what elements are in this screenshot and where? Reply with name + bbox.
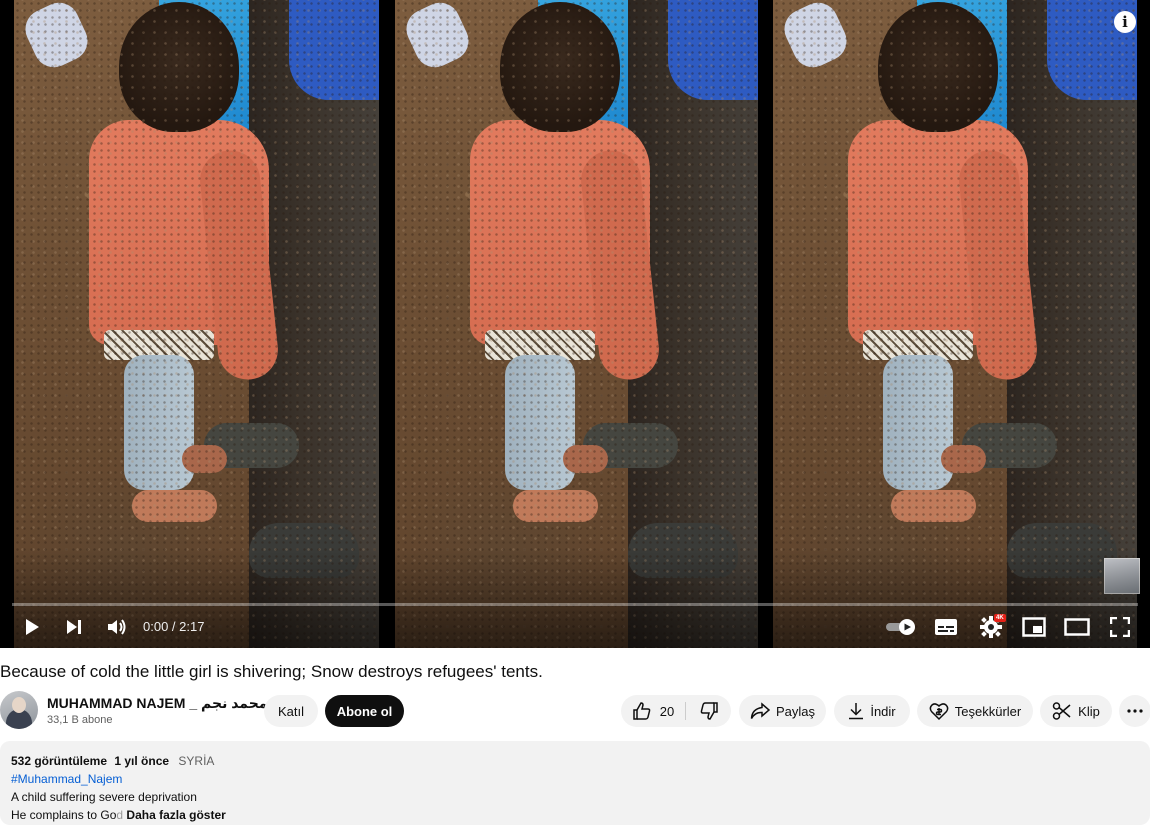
subtitles-icon[interactable]: [932, 612, 960, 642]
share-button[interactable]: Paylaş: [739, 695, 826, 727]
share-icon: [750, 702, 770, 720]
like-button[interactable]: 20: [621, 695, 685, 727]
join-label: Katıl: [277, 703, 304, 719]
download-button[interactable]: İndir: [834, 695, 910, 727]
miniplayer-icon[interactable]: [1020, 612, 1048, 642]
description-line-faded: d: [116, 808, 124, 822]
thanks-button[interactable]: Teşekkürler: [917, 695, 1033, 727]
autoplay-toggle-icon[interactable]: [884, 612, 918, 642]
clip-button[interactable]: Klip: [1040, 695, 1112, 727]
fullscreen-icon[interactable]: [1106, 612, 1134, 642]
thumbs-up-icon: [632, 701, 652, 721]
progress-bar[interactable]: [12, 603, 1138, 606]
description-meta: 532 görüntüleme 1 yıl önce SYRİA: [11, 752, 1139, 770]
description-line: A child suffering severe deprivation: [11, 790, 197, 804]
video-player[interactable]: i 0:00 / 2:17 4K: [0, 0, 1150, 648]
more-horizontal-icon: [1127, 709, 1143, 713]
view-count: 532 görüntüleme: [11, 754, 108, 768]
subscribe-label: Abone ol: [336, 703, 393, 719]
quality-badge: 4K: [994, 614, 1006, 622]
info-icon[interactable]: i: [1114, 11, 1136, 33]
upload-age: 1 yıl önce: [114, 754, 170, 768]
description-line-truncated: He complains to God Daha fazla göster: [11, 806, 1139, 824]
thanks-icon: [929, 701, 949, 721]
time-display: 0:00 / 2:17: [143, 619, 205, 634]
hashtag-link[interactable]: #Muhammad_Najem: [11, 770, 1139, 788]
channel-avatar[interactable]: [0, 691, 38, 729]
subscriber-count: 33,1 B abone: [47, 714, 113, 726]
clip-label: Klip: [1078, 703, 1100, 719]
location-link[interactable]: SYRİA: [178, 754, 214, 768]
download-label: İndir: [870, 703, 896, 719]
share-label: Paylaş: [775, 703, 816, 719]
channel-name[interactable]: MUHAMMAD NAJEM _ محمد نجم: [47, 695, 267, 712]
scissors-icon: [1052, 701, 1072, 721]
description-box[interactable]: 532 görüntüleme 1 yıl önce SYRİA #Muhamm…: [0, 741, 1150, 825]
volume-icon[interactable]: [102, 612, 132, 642]
thumbs-down-icon: [699, 701, 719, 721]
join-button[interactable]: Katıl: [264, 695, 318, 727]
description-line-text: He complains to Go: [11, 808, 117, 822]
play-icon[interactable]: [18, 612, 46, 642]
like-dislike-group: 20: [621, 695, 731, 727]
subscribe-button[interactable]: Abone ol: [325, 695, 404, 727]
theater-mode-icon[interactable]: [1062, 612, 1092, 642]
more-actions-button[interactable]: [1119, 695, 1150, 727]
dislike-button[interactable]: [686, 695, 731, 727]
download-icon: [848, 702, 864, 720]
next-icon[interactable]: [60, 612, 88, 642]
video-title: Because of cold the little girl is shive…: [0, 662, 543, 681]
thanks-label: Teşekkürler: [954, 703, 1022, 719]
like-count: 20: [659, 703, 675, 719]
show-more-button[interactable]: Daha fazla göster: [126, 808, 225, 822]
